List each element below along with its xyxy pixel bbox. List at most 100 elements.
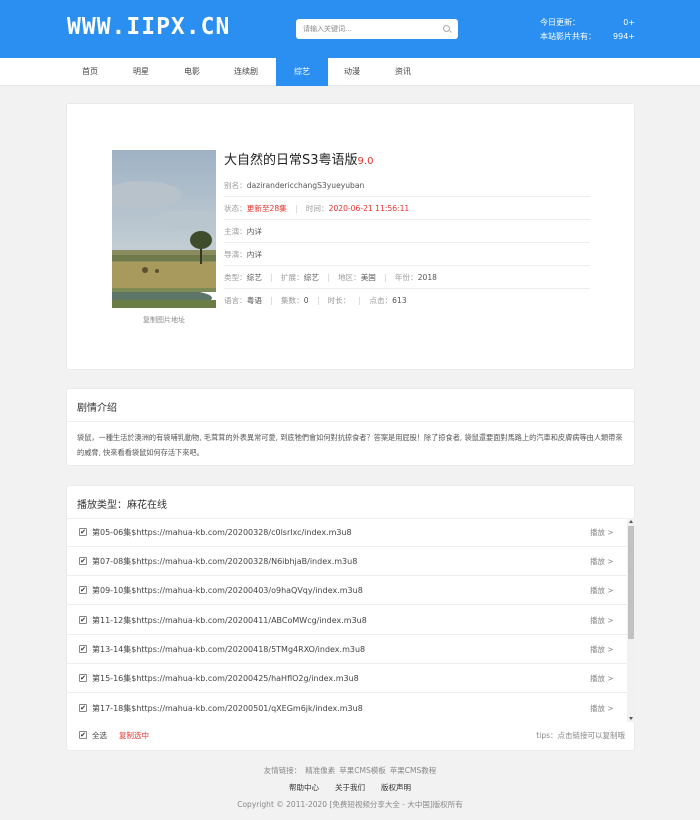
site-stats: 今日更新： 0+ 本站影片共有： 994+	[540, 16, 635, 44]
time-label: 时间：	[305, 204, 329, 213]
ext-label: 扩展：	[280, 273, 304, 282]
stat-label: 本站影片共有：	[540, 32, 596, 41]
main-nav: 首页 明星 电影 连续剧 综艺 动漫 资讯	[0, 58, 700, 86]
nav-item-news[interactable]: 资讯	[377, 58, 429, 86]
friend-links: 友情链接： 精准像素 苹果CMS模板 苹果CMS教程	[0, 765, 700, 776]
footer-link-help[interactable]: 帮助中心	[289, 783, 319, 792]
scroll-down-icon[interactable]	[629, 717, 633, 720]
friend-links-label: 友情链接：	[263, 766, 302, 775]
site-logo[interactable]: WWW.IIPX.CN	[67, 14, 230, 40]
episode-list: ✔ 第05-06集$https://mahua-kb.com/20200328/…	[67, 518, 636, 722]
select-all-label[interactable]: 全选	[92, 730, 107, 741]
play-button[interactable]: 播放 >	[590, 585, 614, 596]
episode-link[interactable]: 第17-18集$https://mahua-kb.com/20200501/qX…	[92, 703, 363, 714]
duration-label: 时长：	[327, 296, 351, 305]
ext-value[interactable]: 综艺	[304, 273, 319, 282]
alias-value: dazirandericchangS3yueyuban	[246, 181, 365, 190]
footer-link-about[interactable]: 关于我们	[335, 783, 365, 792]
play-button[interactable]: 播放 >	[590, 615, 614, 626]
lang-value[interactable]: 粤语	[247, 296, 262, 305]
poster-image[interactable]	[112, 150, 216, 308]
episode-checkbox[interactable]: ✔	[79, 616, 87, 624]
episode-link[interactable]: 第11-12集$https://mahua-kb.com/20200411/AB…	[92, 615, 367, 626]
actor-value[interactable]: 内详	[247, 227, 262, 236]
play-button[interactable]: 播放 >	[590, 556, 614, 567]
episode-row[interactable]: ✔ 第13-14集$https://mahua-kb.com/20200418/…	[67, 635, 627, 664]
status-value: 更新至28集	[246, 204, 287, 213]
episodes-label: 集数：	[280, 296, 304, 305]
detail-card: 复制图片地址 大自然的日常S3粤语版9.0 别名：dazirandericcha…	[66, 103, 635, 370]
playlist-actions: ✔ 全选 复制选中 tips：点击链接可以复制哦	[67, 722, 636, 748]
nav-item-stars[interactable]: 明星	[115, 58, 167, 86]
divider	[67, 421, 634, 422]
tips-text: tips：点击链接可以复制哦	[536, 731, 625, 740]
nav-item-home[interactable]: 首页	[64, 58, 116, 86]
copy-selected-button[interactable]: 复制选中	[119, 730, 149, 741]
episode-checkbox[interactable]: ✔	[79, 528, 87, 536]
info-actor: 主演：内详	[224, 220, 590, 243]
search-icon[interactable]	[443, 25, 450, 32]
site-header: WWW.IIPX.CN 今日更新： 0+ 本站影片共有： 994+	[0, 0, 700, 58]
stat-total: 本站影片共有： 994+	[540, 30, 635, 44]
play-button[interactable]: 播放 >	[590, 527, 614, 538]
info-director: 导演：内详	[224, 243, 590, 266]
year-value[interactable]: 2018	[418, 273, 437, 282]
score-badge: 9.0	[357, 156, 374, 167]
type-value[interactable]: 综艺	[247, 273, 262, 282]
episode-row[interactable]: ✔ 第17-18集$https://mahua-kb.com/20200501/…	[67, 694, 627, 722]
play-button[interactable]: 播放 >	[590, 703, 614, 714]
episode-row[interactable]: ✔ 第05-06集$https://mahua-kb.com/20200328/…	[67, 518, 627, 547]
episode-row[interactable]: ✔ 第11-12集$https://mahua-kb.com/20200411/…	[67, 606, 627, 635]
year-label: 年份：	[394, 273, 418, 282]
region-value[interactable]: 美国	[361, 273, 376, 282]
synopsis-card: 剧情介绍 袋鼠，一種生活於澳洲的有袋哺乳動物, 毛茸茸的外表異常可愛, 到底牠們…	[66, 388, 635, 466]
copyright-text: Copyright © 2011-2020 [免费短视频分享大全 - 大中国]版…	[237, 800, 463, 809]
nav-item-anime[interactable]: 动漫	[326, 58, 378, 86]
episode-checkbox[interactable]: ✔	[79, 586, 87, 594]
episode-row[interactable]: ✔ 第15-16集$https://mahua-kb.com/20200425/…	[67, 664, 627, 693]
friend-link[interactable]: 精准像素	[305, 766, 335, 775]
status-label: 状态：	[224, 204, 247, 213]
play-button[interactable]: 播放 >	[590, 644, 614, 655]
info-status: 状态：更新至28集 时间：2020-06-21 11:56:11	[224, 197, 590, 220]
director-value[interactable]: 内详	[247, 250, 262, 259]
select-all-checkbox[interactable]: ✔	[79, 731, 87, 739]
episode-link[interactable]: 第15-16集$https://mahua-kb.com/20200425/ha…	[92, 673, 359, 684]
alias-label: 别名：	[224, 181, 247, 190]
episode-checkbox[interactable]: ✔	[79, 557, 87, 565]
synopsis-text: 袋鼠，一種生活於澳洲的有袋哺乳動物, 毛茸茸的外表異常可愛, 到底牠們會如何對抗…	[77, 433, 623, 457]
search-box[interactable]	[296, 19, 458, 39]
divider	[295, 205, 297, 213]
copy-poster-link[interactable]: 复制图片地址	[112, 315, 216, 325]
friend-link[interactable]: 苹果CMS模板	[339, 766, 385, 775]
scroll-up-icon[interactable]	[629, 520, 633, 523]
episode-row[interactable]: ✔ 第09-10集$https://mahua-kb.com/20200403/…	[67, 576, 627, 605]
divider	[317, 297, 319, 305]
time-value: 2020-06-21 11:56:11	[328, 204, 410, 213]
nav-item-movies[interactable]: 电影	[166, 58, 218, 86]
episode-checkbox[interactable]: ✔	[79, 645, 87, 653]
type-label: 类型：	[224, 273, 247, 282]
episode-link[interactable]: 第07-08集$https://mahua-kb.com/20200328/N6…	[92, 556, 357, 567]
info-type: 类型：综艺 扩展：综艺 地区：美国 年份：2018	[224, 266, 590, 289]
search-input[interactable]	[303, 23, 433, 35]
lang-label: 语言：	[224, 296, 247, 305]
stat-value: 0+	[623, 18, 635, 27]
playlist-heading: 播放类型：麻花在线	[77, 500, 167, 511]
episode-link[interactable]: 第13-14集$https://mahua-kb.com/20200418/5T…	[92, 644, 365, 655]
scrollbar-thumb[interactable]	[628, 526, 634, 639]
divider	[384, 274, 386, 282]
episode-link[interactable]: 第05-06集$https://mahua-kb.com/20200328/c0…	[92, 527, 352, 538]
episode-row[interactable]: ✔ 第07-08集$https://mahua-kb.com/20200328/…	[67, 547, 627, 576]
nav-item-variety[interactable]: 综艺	[276, 58, 328, 86]
episode-checkbox[interactable]: ✔	[79, 674, 87, 682]
footer-link-copyright[interactable]: 版权声明	[381, 783, 411, 792]
episode-link[interactable]: 第09-10集$https://mahua-kb.com/20200403/o9…	[92, 585, 363, 596]
play-button[interactable]: 播放 >	[590, 673, 614, 684]
episode-checkbox[interactable]: ✔	[79, 704, 87, 712]
info-alias: 别名：dazirandericchangS3yueyuban	[224, 174, 590, 197]
stat-value: 994+	[613, 32, 635, 41]
nav-item-series[interactable]: 连续剧	[220, 58, 272, 86]
friend-link[interactable]: 苹果CMS教程	[390, 766, 436, 775]
list-scrollbar[interactable]	[627, 518, 635, 722]
